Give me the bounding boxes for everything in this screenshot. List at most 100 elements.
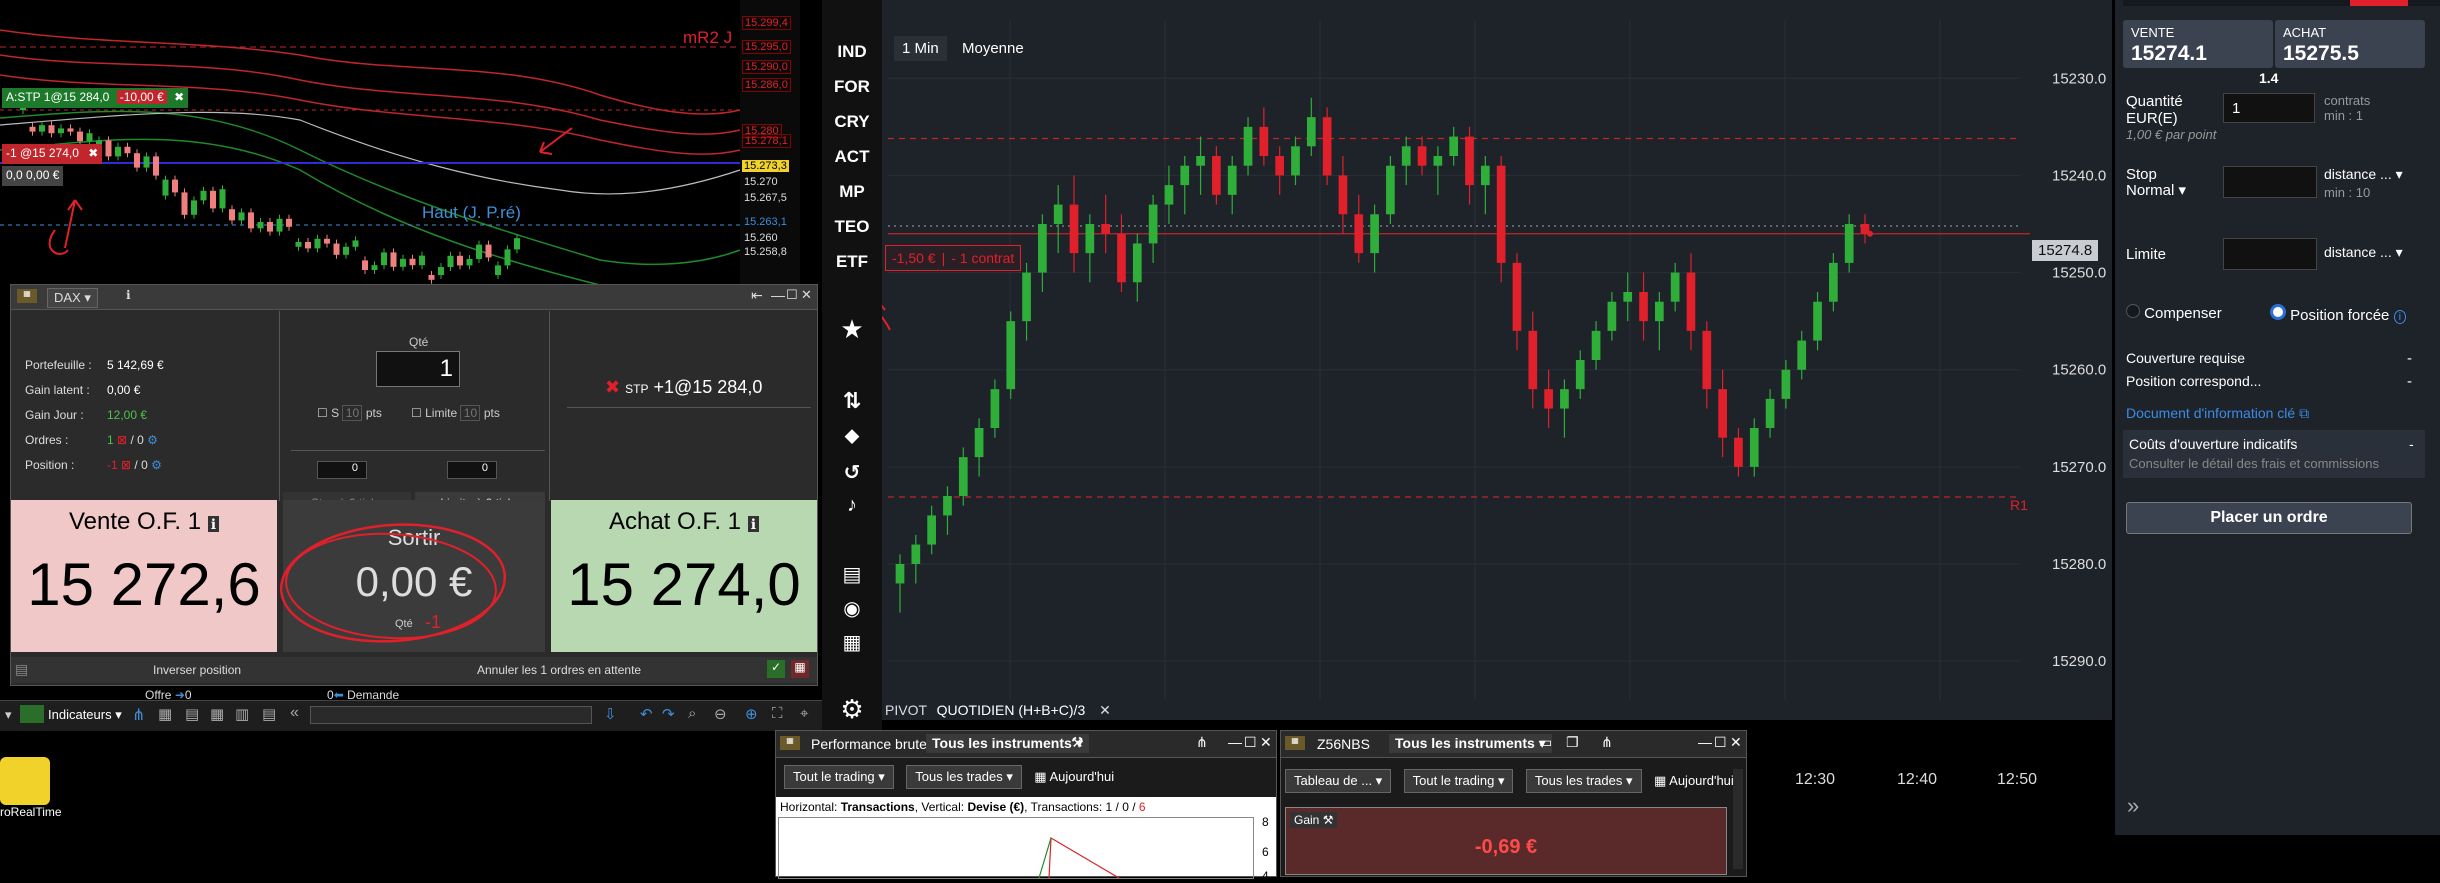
stop-pts-input[interactable]: 10 (342, 405, 363, 421)
sheet-icon[interactable]: ▤ (262, 705, 276, 723)
z56-scope-select[interactable]: Tous les instruments ▾ (1389, 734, 1552, 753)
maximize-icon[interactable]: ☐ (1244, 734, 1257, 751)
bell-icon[interactable]: ♪ (822, 494, 882, 517)
pin-icon[interactable]: ⇤ (751, 287, 763, 304)
indicators-button[interactable]: Indicateurs ▾ (48, 707, 122, 723)
mini-chart[interactable]: mR2 J Haut (J. P.ré) A:STP 1@15 284,0 -1… (0, 0, 800, 288)
zoom-out-icon[interactable]: ⊖ (714, 705, 727, 723)
sell-button[interactable]: Vente O.F. 1 ℹ 15 272,6 (11, 500, 277, 652)
close-icon[interactable]: ✖ (88, 146, 98, 160)
limit-checkbox[interactable]: ☐ (411, 406, 422, 420)
settings-icon[interactable]: ⚙ (151, 458, 162, 472)
collapse-icon[interactable]: » (2127, 793, 2139, 819)
limit-pts-input[interactable]: 10 (460, 405, 481, 421)
quantity-input[interactable]: 1 (376, 351, 460, 387)
side-item-cry[interactable]: CRY (822, 112, 882, 132)
cancel-orders-icon[interactable]: ⊠ (117, 433, 127, 447)
zoom-in-icon[interactable]: ⊕ (745, 705, 758, 723)
swap-icon[interactable]: ⇅ (822, 388, 882, 414)
gear-icon[interactable]: ⚙ (822, 694, 882, 725)
share-icon[interactable]: ⋔ (1196, 734, 1208, 751)
exit-button[interactable]: Sortir 0,00 € Qté -1 (279, 500, 545, 652)
mode-button[interactable]: Moyenne (954, 36, 1032, 61)
date-select[interactable]: ▦ Aujourd'hui (1654, 773, 1734, 788)
forced-position-radio[interactable]: Position forcée i (2270, 304, 2407, 324)
zoom-area-icon[interactable]: ⌕ (688, 705, 696, 722)
limit-distance-select[interactable]: distance ... ▾ (2324, 244, 2403, 261)
sell-price-button[interactable]: VENTE 15274.1 (2123, 20, 2273, 68)
side-item-for[interactable]: FOR (822, 77, 882, 97)
settings-icon[interactable]: ⚙ (147, 433, 158, 447)
chart-icon[interactable]: ✓ (767, 660, 785, 678)
ticket-title-bar[interactable]: ▦ DAX ▾ ℹ ⇤ — ☐ ✕ (11, 285, 817, 310)
compensate-radio[interactable]: Compenser (2126, 304, 2222, 322)
date-select[interactable]: ▦ Aujourd'hui (1034, 769, 1114, 784)
prorealtime-app-icon[interactable]: roRealTime (0, 755, 62, 825)
trading-filter-select[interactable]: Tout le trading ▾ (1403, 769, 1514, 793)
info-icon[interactable]: ℹ (747, 516, 760, 532)
stop-mode-select[interactable]: Normal ▾ (2126, 181, 2186, 199)
minimize-icon[interactable]: — (771, 287, 785, 303)
broadcast-icon[interactable]: ◉ (822, 596, 882, 621)
buy-price-button[interactable]: ACHAT 15275.5 (2275, 20, 2425, 68)
download-icon[interactable]: ⇩ (604, 705, 617, 723)
share-icon[interactable]: ⋔ (1601, 734, 1613, 751)
cancel-orders-button[interactable]: Annuler les 1 ordres en attente (477, 663, 641, 677)
undo-icon[interactable]: ↶ (640, 705, 653, 723)
minimize-icon[interactable]: — (1698, 734, 1712, 750)
limit-option[interactable]: ☐ Limite 10 pts (411, 405, 500, 421)
layout-icon[interactable]: ▭ (1539, 734, 1552, 751)
indicators-icon[interactable] (20, 705, 44, 723)
close-icon[interactable]: ✕ (1730, 734, 1742, 751)
tag-icon[interactable]: ⬥ (822, 425, 882, 448)
stop-ticks-stepper[interactable]: 0 (317, 461, 367, 479)
info-icon[interactable]: ℹ (207, 516, 220, 532)
copy-icon[interactable]: ❐ (1566, 734, 1579, 751)
costs-section[interactable]: Coûts d'ouverture indicatifs - Consulter… (2123, 430, 2425, 478)
calendar-icon[interactable]: ▦ (822, 630, 882, 655)
info-icon[interactable]: ℹ (126, 288, 131, 302)
side-item-etf[interactable]: ETF (822, 252, 882, 272)
stop-checkbox[interactable]: ☐ (317, 406, 328, 420)
scrollbar[interactable] (1733, 769, 1743, 869)
close-icon[interactable]: ✖ (174, 90, 184, 104)
fit-icon[interactable]: ⛶ (772, 705, 783, 722)
side-item-act[interactable]: ACT (822, 147, 882, 167)
trading-filter-select[interactable]: Tout le trading ▾ (784, 765, 894, 789)
main-chart[interactable]: 15290.0 15280.0 15270.0 15260.0 15250.0 15240… (830, 0, 2112, 720)
quantity-input[interactable]: 1 (2223, 93, 2315, 123)
close-position-icon[interactable]: ⊠ (121, 458, 131, 472)
timeframe-button[interactable]: 1 Min (894, 36, 947, 61)
pending-order[interactable]: ✖ STP +1@15 284,0 (605, 377, 762, 398)
scroll-left-icon[interactable]: « (290, 704, 299, 722)
stop-order-tag[interactable]: A:STP 1@15 284,0 -10,00 € ✖ (2, 88, 189, 108)
z56-panel-header[interactable]: ▦ Z56NBS Tous les instruments ▾ ▭ ❐ ⋔ — … (1281, 731, 1746, 758)
layout-icon[interactable]: ▦ (158, 705, 172, 723)
limit-ticks-stepper[interactable]: 0 (447, 461, 497, 479)
wrench-icon[interactable]: ⚒ (1071, 734, 1084, 751)
maximize-icon[interactable]: ☐ (1714, 734, 1727, 751)
costs-detail[interactable]: Consulter le détail des frais et commiss… (2129, 456, 2379, 471)
grid-icon[interactable]: ▦ (210, 705, 224, 723)
side-item-ind[interactable]: IND (822, 42, 882, 62)
side-item-mp[interactable]: MP (822, 182, 882, 202)
chart-icon-red[interactable]: ▦ (791, 660, 809, 678)
minimize-icon[interactable]: — (1228, 734, 1242, 750)
doc-link[interactable]: Document d'information clé ⧉ (2126, 405, 2309, 422)
panels-icon[interactable]: ▥ (235, 705, 249, 723)
close-icon[interactable]: ✕ (1099, 702, 1111, 718)
instrument-select[interactable]: DAX ▾ (47, 288, 98, 308)
close-icon[interactable]: ✕ (1260, 734, 1272, 751)
depth-icon[interactable]: ▤ (15, 661, 28, 678)
scrollbar[interactable] (310, 706, 592, 724)
info-icon[interactable]: i (2393, 310, 2407, 324)
history-icon[interactable]: ↺ (822, 460, 882, 485)
position-tag[interactable]: -1,50 € | - 1 contrat (885, 245, 1022, 271)
cancel-order-icon[interactable]: ✖ (605, 377, 620, 397)
dropdown-icon[interactable]: ▾ (5, 707, 12, 723)
view-select[interactable]: Tableau de ... ▾ (1285, 769, 1392, 793)
perf-panel-header[interactable]: ▦ Performance brute Tous les instruments… (776, 731, 1276, 758)
maximize-icon[interactable]: ☐ (786, 287, 798, 303)
redo-icon[interactable]: ↷ (662, 705, 675, 723)
side-item-teo[interactable]: TEO (822, 217, 882, 237)
